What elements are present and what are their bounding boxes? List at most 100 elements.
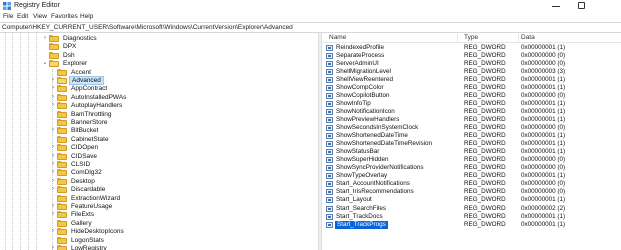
value-row[interactable]: ServerAdminUI REG_DWORD 0x00000000 (0): [322, 60, 621, 68]
chevron-right-icon[interactable]: ›: [50, 153, 56, 160]
chevron-right-icon[interactable]: ›: [50, 85, 56, 92]
menu-file[interactable]: File: [3, 13, 13, 21]
chevron-right-icon[interactable]: ›: [50, 186, 56, 193]
chevron-down-icon[interactable]: ⌄: [42, 60, 48, 67]
folder-icon: [57, 127, 67, 135]
chevron-right-icon[interactable]: ›: [50, 102, 56, 109]
value-data: 0x00000000 (0): [521, 91, 566, 99]
folder-icon: [57, 77, 67, 84]
menu-help[interactable]: Help: [80, 13, 93, 21]
reg-dword-icon: [326, 157, 333, 164]
reg-dword-icon: [326, 116, 333, 123]
value-row[interactable]: ShowPreviewHandlers REG_DWORD 0x00000001 (…: [322, 116, 621, 124]
folder-icon: [49, 60, 59, 68]
chevron-right-icon[interactable]: ›: [50, 203, 56, 210]
chevron-right-icon[interactable]: ›: [50, 169, 56, 176]
chevron-right-icon[interactable]: ›: [50, 228, 56, 235]
chevron-right-icon[interactable]: [50, 237, 56, 244]
chevron-right-icon[interactable]: ›: [42, 35, 48, 42]
value-type: REG_DWORD: [464, 188, 506, 196]
menu-bar: File Edit View Favorites Help: [0, 12, 621, 22]
chevron-right-icon[interactable]: ›: [50, 178, 56, 185]
value-name: ShowStatusBar: [336, 148, 380, 156]
value-type: REG_DWORD: [464, 51, 506, 59]
chevron-right-icon[interactable]: ›: [50, 127, 56, 134]
value-row[interactable]: Start_AccountNotifications REG_DWORD 0x000…: [322, 180, 621, 188]
tree-guide-line: [20, 33, 21, 250]
value-data: 0x00000000 (0): [521, 59, 566, 67]
chevron-right-icon[interactable]: ›: [50, 245, 56, 250]
folder-icon: [57, 102, 67, 110]
reg-dword-icon: [326, 141, 333, 148]
value-row[interactable]: ShowShortenedDateTimeRevision REG_DWORD 0x…: [322, 140, 621, 148]
address-bar[interactable]: Computer\HKEY_CURRENT_USER\Software\Micr…: [0, 22, 621, 33]
key-tree-pane[interactable]: › Diagnostics DPX Dsh ⌄ Explorer Accent › Advanc…: [0, 33, 318, 250]
menu-favorites[interactable]: Favorites: [51, 13, 78, 21]
value-row[interactable]: ShowTypeOverlay REG_DWORD 0x00000001 (1): [322, 172, 621, 180]
folder-icon: [57, 228, 67, 236]
chevron-right-icon[interactable]: [50, 195, 56, 202]
folder-icon: [57, 245, 67, 250]
close-button[interactable]: [595, 0, 621, 12]
values-pane[interactable]: Name Type Data ReindexedProfile REG_DWORD…: [322, 33, 621, 250]
chevron-right-icon[interactable]: ›: [50, 77, 56, 84]
value-row[interactable]: Start_TrackDocs REG_DWORD 0x00000001 (1): [322, 213, 621, 221]
value-data: 0x00000000 (0): [521, 180, 566, 188]
value-name: ShowSecondsInSystemClock: [336, 124, 419, 131]
value-row[interactable]: ShellViewReentered REG_DWORD 0x00000001 (1…: [322, 76, 621, 84]
value-row[interactable]: ShowSuperHidden REG_DWORD 0x00000000 (0): [322, 156, 621, 164]
value-row[interactable]: Start_TrackProgs REG_DWORD 0x00000001 (1): [322, 220, 621, 229]
maximize-button[interactable]: [569, 0, 595, 12]
value-row[interactable]: ShowInfoTip REG_DWORD 0x00000001 (1): [322, 100, 621, 108]
value-type: REG_DWORD: [464, 164, 506, 172]
value-row[interactable]: ShowSecondsInSystemClock REG_DWORD 0x00000…: [322, 124, 621, 132]
chevron-right-icon[interactable]: [42, 43, 48, 50]
value-row[interactable]: ShowStatusBar REG_DWORD 0x00000001 (1): [322, 148, 621, 156]
reg-dword-icon: [326, 68, 333, 75]
value-name: ShowSyncProviderNotifications: [336, 164, 424, 172]
folder-icon: [49, 43, 59, 51]
menu-view[interactable]: View: [33, 13, 47, 21]
column-header-data[interactable]: Data: [518, 34, 618, 42]
minimize-button[interactable]: [543, 0, 569, 12]
folder-icon: [57, 236, 67, 244]
chevron-right-icon[interactable]: [50, 69, 56, 76]
chevron-right-icon[interactable]: [42, 52, 48, 59]
value-data: 0x00000000 (0): [521, 188, 566, 196]
value-row[interactable]: ReindexedProfile REG_DWORD 0x00000001 (1): [322, 44, 621, 52]
value-name: ReindexedProfile: [336, 43, 384, 51]
column-header-type[interactable]: Type: [461, 34, 519, 43]
chevron-right-icon[interactable]: ›: [50, 94, 56, 101]
value-data: 0x00000001 (1): [521, 107, 566, 115]
value-data: 0x00000000 (0): [521, 164, 566, 172]
value-row[interactable]: ShowNotificationIcon REG_DWORD 0x00000001 …: [322, 108, 621, 116]
value-row[interactable]: ShowCopilotButton REG_DWORD 0x00000000 (0): [322, 92, 621, 100]
chevron-right-icon[interactable]: ›: [50, 161, 56, 168]
menu-edit[interactable]: Edit: [17, 13, 28, 21]
folder-icon: [57, 135, 67, 143]
folder-icon: [49, 35, 59, 42]
chevron-right-icon[interactable]: [50, 111, 56, 118]
value-row[interactable]: ShowSyncProviderNotifications REG_DWORD 0x…: [322, 164, 621, 172]
value-row[interactable]: ShellMigrationLevel REG_DWORD 0x00000003 (…: [322, 68, 621, 76]
chevron-right-icon[interactable]: [50, 136, 56, 143]
reg-dword-icon: [326, 92, 333, 99]
value-row[interactable]: SeparateProcess REG_DWORD 0x00000000 (0): [322, 52, 621, 60]
chevron-right-icon[interactable]: ›: [50, 144, 56, 151]
value-row[interactable]: Start_SearchFiles REG_DWORD 0x00000002 (2): [322, 205, 621, 213]
reg-dword-icon: [326, 197, 333, 204]
column-header-name[interactable]: Name: [326, 34, 458, 43]
tree-guide-line: [12, 33, 13, 250]
chevron-right-icon[interactable]: ›: [50, 211, 56, 218]
chevron-right-icon[interactable]: [50, 220, 56, 227]
value-name: ShowCopilotButton: [336, 91, 390, 99]
folder-icon: [57, 177, 67, 185]
value-row[interactable]: ShowShortenedDateTime REG_DWORD 0x00000001…: [322, 132, 621, 140]
values-header: Name Type Data: [322, 33, 621, 43]
value-row[interactable]: Start_Layout REG_DWORD 0x00000001 (1): [322, 196, 621, 204]
folder-icon: [57, 85, 67, 93]
value-row[interactable]: Start_IrisRecommendations REG_DWORD 0x0000…: [322, 188, 621, 196]
value-row[interactable]: ShowCompColor REG_DWORD 0x00000001 (1): [322, 84, 621, 92]
window-title: Registry Editor: [14, 2, 60, 9]
chevron-right-icon[interactable]: [50, 119, 56, 126]
